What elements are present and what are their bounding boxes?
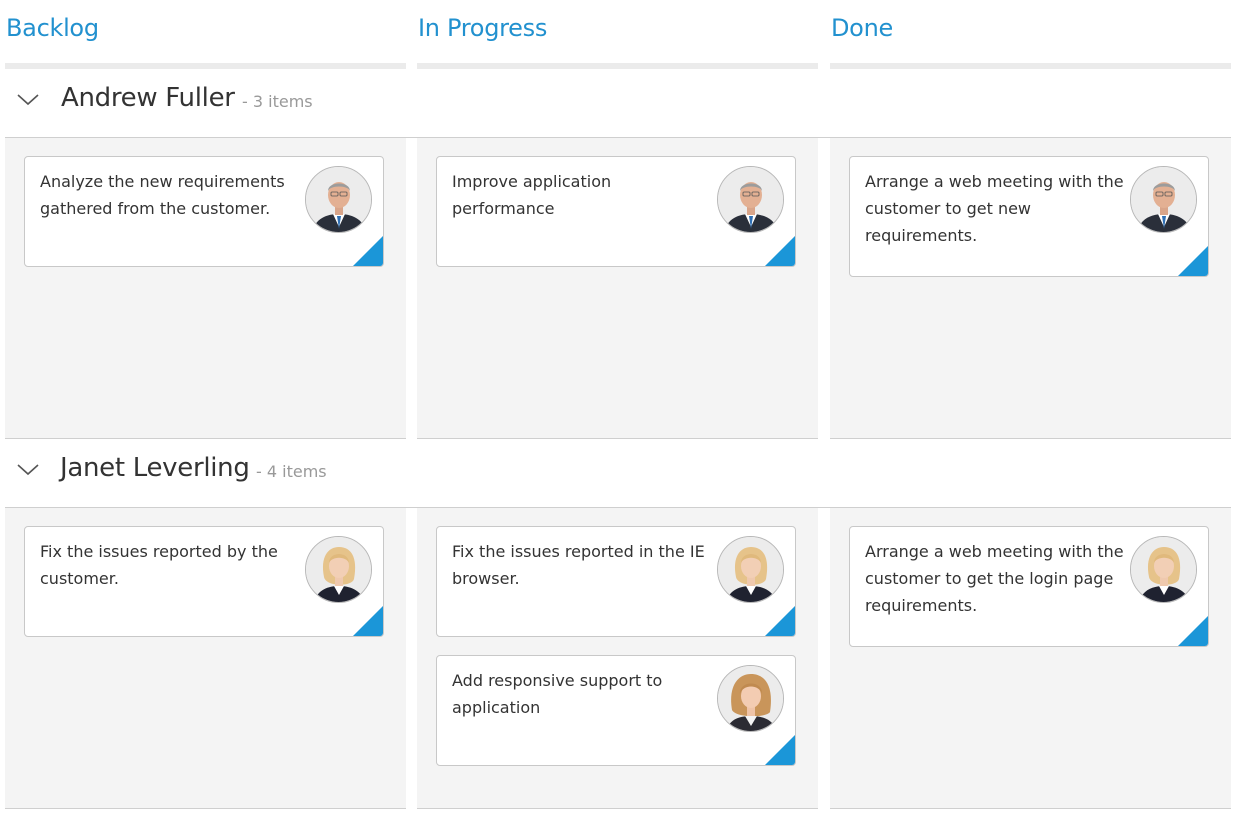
swimlane-item-count: - 4 items	[256, 462, 327, 481]
cell-done-andrew: Arrange a web meeting with the customer …	[830, 138, 1231, 439]
swimlane-item-count: - 3 items	[242, 92, 313, 111]
avatar	[717, 665, 784, 732]
card-summary: Arrange a web meeting with the customer …	[865, 542, 1124, 615]
chevron-down-icon[interactable]	[15, 456, 41, 482]
card-status-indicator	[1178, 246, 1208, 276]
swimlane-name: Janet Leverling	[60, 453, 250, 483]
kanban-card[interactable]: Fix the issues reported in the IE browse…	[436, 526, 796, 637]
kanban-card[interactable]: Fix the issues reported by the customer.	[24, 526, 384, 637]
kanban-card[interactable]: Arrange a web meeting with the customer …	[849, 526, 1209, 647]
kanban-card[interactable]: Arrange a web meeting with the customer …	[849, 156, 1209, 277]
column-title-done[interactable]: Done	[831, 14, 893, 42]
avatar	[717, 166, 784, 233]
kanban-card[interactable]: Analyze the new requirements gathered fr…	[24, 156, 384, 267]
cell-done-janet: Arrange a web meeting with the customer …	[830, 508, 1231, 809]
column-header-backlog: Backlog	[5, 0, 406, 69]
avatar	[717, 536, 784, 603]
card-summary: Analyze the new requirements gathered fr…	[40, 172, 285, 218]
avatar	[305, 536, 372, 603]
card-status-indicator	[765, 236, 795, 266]
chevron-down-icon[interactable]	[15, 86, 41, 112]
card-summary: Add responsive support to application	[452, 671, 663, 717]
avatar	[1130, 166, 1197, 233]
cell-backlog-andrew: Analyze the new requirements gathered fr…	[5, 138, 406, 439]
cell-in-progress-andrew: Improve application performance	[417, 138, 818, 439]
column-title-backlog[interactable]: Backlog	[6, 14, 99, 42]
card-status-indicator	[1178, 616, 1208, 646]
avatar	[1130, 536, 1197, 603]
card-summary: Improve application performance	[452, 172, 612, 218]
swimlane-header-janet-leverling: Janet Leverling - 4 items	[5, 439, 1231, 508]
column-header-done: Done	[830, 0, 1231, 69]
kanban-card[interactable]: Improve application performance	[436, 156, 796, 267]
kanban-card[interactable]: Add responsive support to application	[436, 655, 796, 766]
card-summary: Fix the issues reported by the customer.	[40, 542, 278, 588]
card-summary: Fix the issues reported in the IE browse…	[452, 542, 705, 588]
swimlane-header-andrew-fuller: Andrew Fuller - 3 items	[5, 69, 1231, 138]
card-status-indicator	[353, 606, 383, 636]
cell-in-progress-janet: Fix the issues reported in the IE browse…	[417, 508, 818, 809]
card-status-indicator	[765, 606, 795, 636]
avatar	[305, 166, 372, 233]
card-summary: Arrange a web meeting with the customer …	[865, 172, 1124, 245]
cell-backlog-janet: Fix the issues reported by the customer.	[5, 508, 406, 809]
swimlane-name: Andrew Fuller	[61, 83, 235, 113]
card-status-indicator	[765, 735, 795, 765]
column-header-in-progress: In Progress	[417, 0, 818, 69]
column-title-in-progress[interactable]: In Progress	[418, 14, 547, 42]
card-status-indicator	[353, 236, 383, 266]
